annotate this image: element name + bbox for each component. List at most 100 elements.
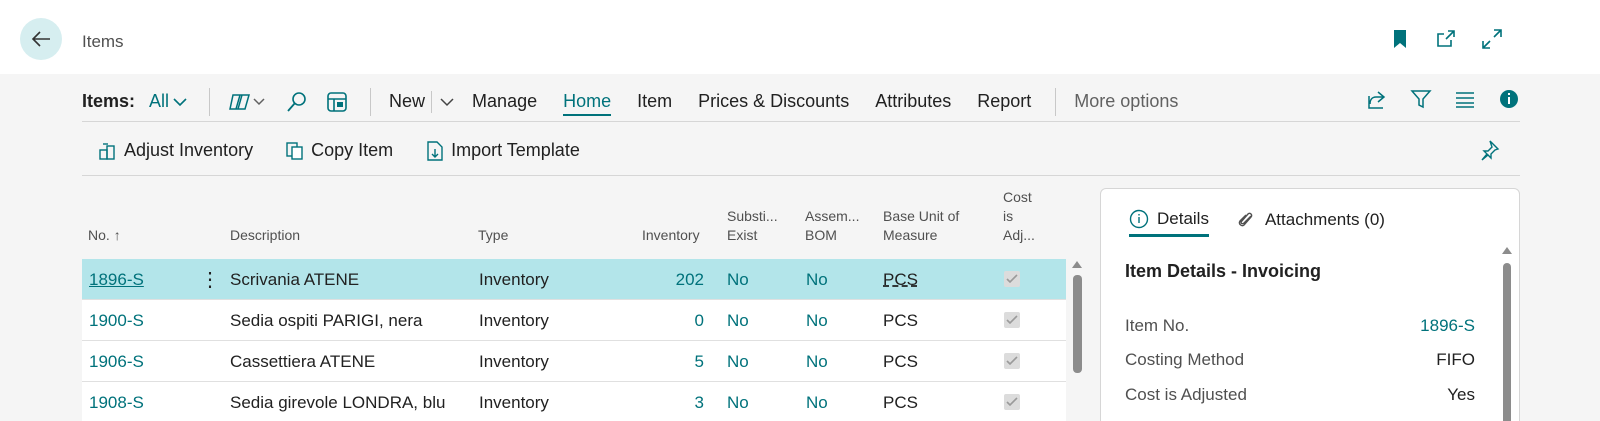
header-type[interactable]: Type [478,226,508,245]
cell-inventory[interactable]: 3 [695,393,704,413]
scroll-up-icon[interactable] [1070,259,1084,269]
fact-costing-method: Costing Method FIFO [1125,350,1475,370]
cost-adjusted-checkbox [1004,271,1020,287]
search-button[interactable] [286,91,308,113]
cell-assembly-bom: No [806,352,828,371]
tab-details-label: Details [1157,208,1209,228]
menu-attributes[interactable]: Attributes [875,91,951,112]
header-inventory[interactable]: Inventory [642,226,700,245]
cell-inventory[interactable]: 202 [676,270,704,290]
divider [209,87,211,116]
menu-item[interactable]: Item [637,91,672,112]
fact-label: Costing Method [1125,350,1245,369]
cell-description: Scrivania ATENE [230,270,360,289]
tab-attachments[interactable]: Attachments (0) [1237,203,1385,237]
fact-cost-adjusted: Cost is Adjusted Yes [1125,385,1475,405]
cell-type: Inventory [479,393,549,412]
copilot-icon [229,93,265,110]
table-row[interactable]: 1900-S Sedia ospiti PARIGI, nera Invento… [82,300,1066,341]
list-label: Items: [82,91,136,111]
tab-details[interactable]: Details [1129,203,1209,237]
info-icon[interactable] [1498,88,1520,115]
table-icon [327,91,347,112]
cell-substitutes-exist: No [727,270,749,289]
row-menu-icon[interactable]: ⋮ [200,267,220,292]
menu-manage[interactable]: Manage [472,91,537,112]
menu-new[interactable]: New [389,91,425,112]
fact-value-link[interactable]: 1896-S [1420,316,1475,336]
table-row[interactable]: 1906-S Cassettiera ATENE Inventory 5 No … [82,341,1066,382]
import-template-label: Import Template [451,140,580,160]
header-substitutes-exist[interactable]: Substi... Exist [727,207,778,245]
header-cost-adjusted[interactable]: Cost is Adj... [1003,188,1035,245]
copilot-button[interactable] [228,91,268,113]
column-headers: No. ↑ Description Type Inventory Substi.… [82,186,1066,258]
cell-substitutes-exist: No [727,393,749,412]
item-no-link[interactable]: 1896-S [89,270,144,290]
more-options-button[interactable]: More options [1074,91,1178,112]
import-icon [427,140,443,161]
header-description[interactable]: Description [230,226,300,245]
filter-value: All [149,91,170,111]
import-template-button[interactable]: Import Template [425,140,580,162]
cell-type: Inventory [479,270,549,289]
cell-description: Cassettiera ATENE [230,352,376,371]
list-view-icon[interactable] [1454,88,1476,115]
adjust-inventory-button[interactable]: Adjust Inventory [98,140,253,161]
scrollbar-thumb[interactable] [1503,263,1511,421]
cost-adjusted-checkbox [1004,353,1020,369]
menu-report[interactable]: Report [977,91,1031,112]
header-no[interactable]: No. ↑ [88,226,121,245]
scrollbar-thumb[interactable] [1073,275,1082,373]
scroll-up-icon[interactable] [1501,245,1513,255]
fact-label: Cost is Adjusted [1125,385,1247,404]
menu-home[interactable]: Home [563,91,612,116]
cell-type: Inventory [479,352,549,371]
filter-dropdown[interactable]: All [149,91,187,112]
cell-assembly-bom: No [806,393,828,412]
bookmark-icon[interactable] [1388,27,1412,51]
tab-attachments-label: Attachments (0) [1264,210,1385,229]
item-no-link[interactable]: 1908-S [89,393,144,413]
new-dropdown[interactable] [440,97,454,107]
cell-base-unit: PCS [883,352,918,371]
back-button[interactable] [20,18,62,60]
expand-icon[interactable] [1480,27,1504,51]
table-row[interactable]: 1908-S Sedia girevole LONDRA, blu Invent… [82,382,1066,421]
cell-base-unit[interactable]: PCS [883,270,918,290]
paperclip-icon [1238,212,1253,227]
header-base-unit[interactable]: Base Unit of Measure [883,207,959,245]
header-assembly-bom[interactable]: Assem... BOM [805,207,859,245]
divider [1055,87,1057,116]
cell-base-unit: PCS [883,393,918,412]
cell-assembly-bom: No [806,311,828,330]
divider [370,87,372,116]
copy-icon [286,141,303,160]
share-icon[interactable] [1366,88,1388,115]
fact-item-no: Item No. 1896-S [1125,316,1475,336]
cell-description: Sedia girevole LONDRA, blu [230,393,446,412]
cell-description: Sedia ospiti PARIGI, nera [230,311,423,330]
table-row[interactable]: 1896-S ⋮ Scrivania ATENE Inventory 202 N… [82,259,1066,300]
open-new-window-icon[interactable] [1434,27,1458,51]
item-no-link[interactable]: 1906-S [89,352,144,372]
grid-scrollbar[interactable] [1070,259,1084,421]
cell-inventory[interactable]: 0 [695,311,704,331]
item-no-link[interactable]: 1900-S [89,311,144,331]
analysis-mode-button[interactable] [326,91,348,113]
menu-prices-discounts[interactable]: Prices & Discounts [698,91,849,112]
cell-base-unit: PCS [883,311,918,330]
adjust-inventory-label: Adjust Inventory [124,140,254,160]
filter-icon[interactable] [1410,88,1432,115]
page-title: Items [82,32,124,51]
copy-item-button[interactable]: Copy Item [285,140,393,161]
cost-adjusted-checkbox [1004,312,1020,328]
arrow-left-icon [31,31,50,47]
arrow-up-icon: ↑ [113,227,121,243]
cell-assembly-bom: No [806,270,828,289]
factbox-scrollbar[interactable] [1501,245,1513,421]
cell-inventory[interactable]: 5 [695,352,704,372]
pin-icon[interactable] [1478,139,1500,166]
divider [431,90,433,113]
cell-substitutes-exist: No [727,352,749,371]
